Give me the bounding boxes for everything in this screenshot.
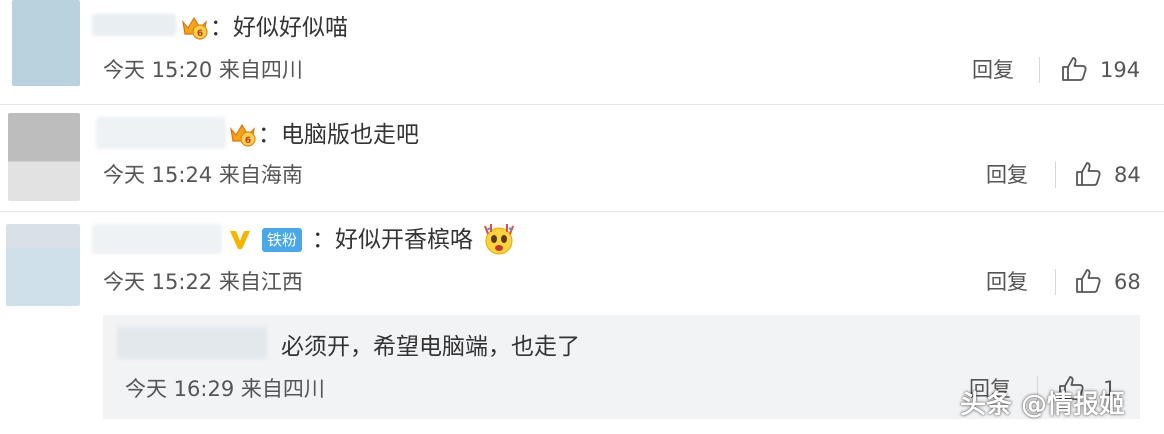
comment-2: 6 ：电脑版也走吧 今天 15:24 来自海南 回复 84 — [0, 105, 1164, 211]
separator — [1055, 269, 1056, 295]
comment-text: ：好似开香槟咯 — [312, 227, 473, 253]
fan-badge: 铁粉 — [262, 228, 303, 252]
svg-text:6: 6 — [245, 136, 251, 146]
crown-badge-icon: 6 — [230, 123, 256, 147]
separator — [1039, 57, 1040, 83]
username[interactable] — [92, 14, 176, 36]
like-count: 84 — [1114, 163, 1141, 187]
svg-text:6: 6 — [197, 29, 203, 39]
like-count: 68 — [1114, 270, 1141, 294]
comment-text: ：电脑版也走吧 — [258, 122, 419, 148]
like-count: 194 — [1100, 58, 1141, 82]
sub-reply-text: 必须开，希望电脑端，也走了 — [281, 334, 580, 360]
reply-button[interactable]: 回复 — [986, 269, 1028, 295]
thumbs-up-icon[interactable] — [1074, 160, 1102, 188]
thumbs-up-icon[interactable] — [1060, 55, 1088, 83]
comment-meta: 今天 15:20 来自四川 — [103, 58, 303, 82]
separator — [1055, 162, 1056, 188]
comment-1: 6 ：好似好似喵 今天 15:20 来自四川 回复 194 — [0, 0, 1164, 104]
avatar[interactable] — [6, 224, 80, 306]
reply-button[interactable]: 回复 — [986, 162, 1028, 188]
avatar[interactable] — [8, 113, 80, 201]
crown-badge-icon: 6 — [182, 16, 208, 40]
watermark: 头条 @情报姬 — [960, 390, 1126, 420]
verified-v-icon — [230, 231, 250, 249]
reply-button[interactable]: 回复 — [972, 57, 1014, 83]
sub-reply-meta: 今天 16:29 来自四川 — [125, 377, 325, 401]
username[interactable] — [92, 224, 222, 254]
thumbs-up-icon[interactable] — [1074, 267, 1102, 295]
username[interactable] — [96, 117, 226, 149]
comment-text: ：好似好似喵 — [210, 15, 348, 41]
avatar[interactable] — [12, 0, 80, 86]
champagne-emoji — [484, 224, 514, 255]
username[interactable] — [117, 327, 267, 359]
comment-meta: 今天 15:22 来自江西 — [103, 270, 303, 294]
comment-meta: 今天 15:24 来自海南 — [103, 163, 303, 187]
